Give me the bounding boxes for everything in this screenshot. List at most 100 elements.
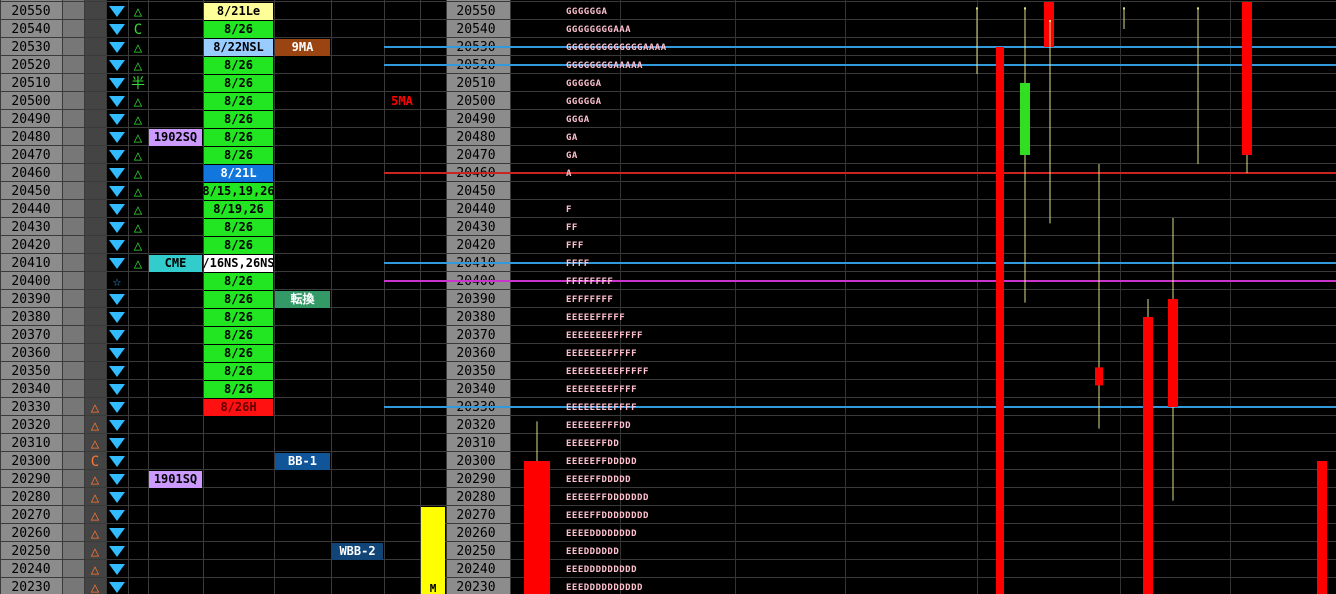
volume-bar bbox=[421, 507, 445, 594]
tpo-row: EEEEEFFDDDDD bbox=[566, 457, 637, 467]
tpo-row: GGGA bbox=[566, 115, 590, 125]
down-arrow-icon bbox=[109, 240, 125, 251]
date-cell: 8/26 bbox=[224, 238, 253, 252]
tpo-row: GGGGGGGGAAAAA bbox=[566, 61, 643, 71]
candle-body bbox=[1242, 2, 1252, 155]
green-marker: △ bbox=[134, 184, 143, 200]
down-arrow-icon bbox=[109, 6, 125, 17]
price-label-left: 20250 bbox=[11, 544, 50, 559]
down-arrow-icon bbox=[109, 60, 125, 71]
price-label-left: 20420 bbox=[11, 238, 50, 253]
tpo-row: EEEEFFDDDDDDDD bbox=[566, 511, 649, 521]
star-icon: ☆ bbox=[113, 274, 122, 290]
price-label-left: 20230 bbox=[11, 580, 50, 594]
price-label-left: 20480 bbox=[11, 130, 50, 145]
price-label-left: 20360 bbox=[11, 346, 50, 361]
price-label-right: 20480 bbox=[456, 130, 495, 145]
tpo-row: EEEDDDDDDDDD bbox=[566, 565, 637, 575]
price-label-left: 20520 bbox=[11, 58, 50, 73]
orange-marker: △ bbox=[91, 562, 100, 578]
candle-body bbox=[1123, 7, 1125, 10]
green-marker: △ bbox=[134, 4, 143, 20]
price-label-left: 20510 bbox=[11, 76, 50, 91]
down-arrow-icon bbox=[109, 114, 125, 125]
price-label-left: 20260 bbox=[11, 526, 50, 541]
gray-column-a bbox=[62, 0, 84, 594]
price-label-left: 20500 bbox=[11, 94, 50, 109]
date-cell: 8/26 bbox=[224, 112, 253, 126]
orange-marker: △ bbox=[91, 436, 100, 452]
candle-body bbox=[996, 47, 1004, 594]
price-label-left: 20350 bbox=[11, 364, 50, 379]
down-arrow-icon bbox=[109, 546, 125, 557]
date-cell: 8/26 bbox=[224, 328, 253, 342]
green-marker: C bbox=[134, 22, 142, 38]
price-label-left: 20540 bbox=[11, 22, 50, 37]
down-arrow-icon bbox=[109, 330, 125, 341]
date-cell: 8/26 bbox=[224, 292, 253, 306]
tpo-row: GGGGGGGGAAA bbox=[566, 25, 631, 35]
price-label-left: 20550 bbox=[11, 4, 50, 19]
date-cell: 8/22NSL bbox=[213, 40, 264, 54]
tpo-row: GGGGGGGGGGGGGAAAA bbox=[566, 43, 667, 53]
date-cell: 8/26 bbox=[224, 22, 253, 36]
level-label: CME bbox=[165, 256, 187, 270]
price-label-left: 20290 bbox=[11, 472, 50, 487]
orange-marker: △ bbox=[91, 526, 100, 542]
candle-body bbox=[1044, 2, 1054, 47]
price-label-left: 20400 bbox=[11, 274, 50, 289]
orange-marker: C bbox=[91, 454, 99, 470]
down-arrow-icon bbox=[109, 510, 125, 521]
down-arrow-icon bbox=[109, 294, 125, 305]
tpo-row: GGGGGGA bbox=[566, 7, 608, 17]
down-arrow-icon bbox=[109, 186, 125, 197]
down-arrow-icon bbox=[109, 492, 125, 503]
price-label-left: 20410 bbox=[11, 256, 50, 271]
down-arrow-icon bbox=[109, 456, 125, 467]
down-arrow-icon bbox=[109, 312, 125, 323]
date-cell: 8/26 bbox=[224, 76, 253, 90]
date-cell: 8/19,26 bbox=[213, 202, 264, 216]
price-label-left: 20320 bbox=[11, 418, 50, 433]
date-cell: 8/26 bbox=[224, 382, 253, 396]
price-label-right: 20360 bbox=[456, 346, 495, 361]
green-marker: 半 bbox=[131, 76, 145, 92]
date-cell: /16NS,26NS bbox=[202, 256, 274, 270]
tpo-row: A bbox=[566, 169, 572, 179]
date-cell: 8/26 bbox=[224, 58, 253, 72]
price-label-right: 20390 bbox=[456, 292, 495, 307]
price-label-right: 20550 bbox=[456, 4, 495, 19]
price-label-left: 20450 bbox=[11, 184, 50, 199]
down-arrow-icon bbox=[109, 582, 125, 593]
price-label-left: 20270 bbox=[11, 508, 50, 523]
orange-marker: △ bbox=[91, 508, 100, 524]
down-arrow-icon bbox=[109, 222, 125, 233]
green-marker: △ bbox=[134, 166, 143, 182]
down-arrow-icon bbox=[109, 402, 125, 413]
tpo-row: EEEEEEEEFFFF bbox=[566, 403, 637, 413]
tpo-row: EEEEFFDDDDD bbox=[566, 475, 631, 485]
candle-body bbox=[1143, 317, 1153, 594]
price-label-right: 20430 bbox=[456, 220, 495, 235]
date-cell: 8/26 bbox=[224, 130, 253, 144]
tpo-row: EEEEEEEFFFFF bbox=[566, 349, 637, 359]
orange-marker: △ bbox=[91, 400, 100, 416]
orange-marker: △ bbox=[91, 544, 100, 560]
price-label-right: 20270 bbox=[456, 508, 495, 523]
ma-label: 5MA bbox=[391, 94, 413, 108]
price-label-left: 20330 bbox=[11, 400, 50, 415]
indicator-label: 9MA bbox=[292, 40, 314, 54]
price-label-right: 20240 bbox=[456, 562, 495, 577]
price-label-right: 20540 bbox=[456, 22, 495, 37]
price-label-left: 20380 bbox=[11, 310, 50, 325]
indicator-label: BB-1 bbox=[288, 454, 317, 468]
date-cell: 8/26 bbox=[224, 364, 253, 378]
tpo-row: GA bbox=[566, 133, 578, 143]
price-label-right: 20450 bbox=[456, 184, 495, 199]
price-label-right: 20490 bbox=[456, 112, 495, 127]
date-cell: 8/26 bbox=[224, 346, 253, 360]
candle-body bbox=[1049, 20, 1051, 22]
price-label-left: 20490 bbox=[11, 112, 50, 127]
date-cell: 8/26 bbox=[224, 220, 253, 234]
level-label: 1902SQ bbox=[154, 130, 197, 144]
